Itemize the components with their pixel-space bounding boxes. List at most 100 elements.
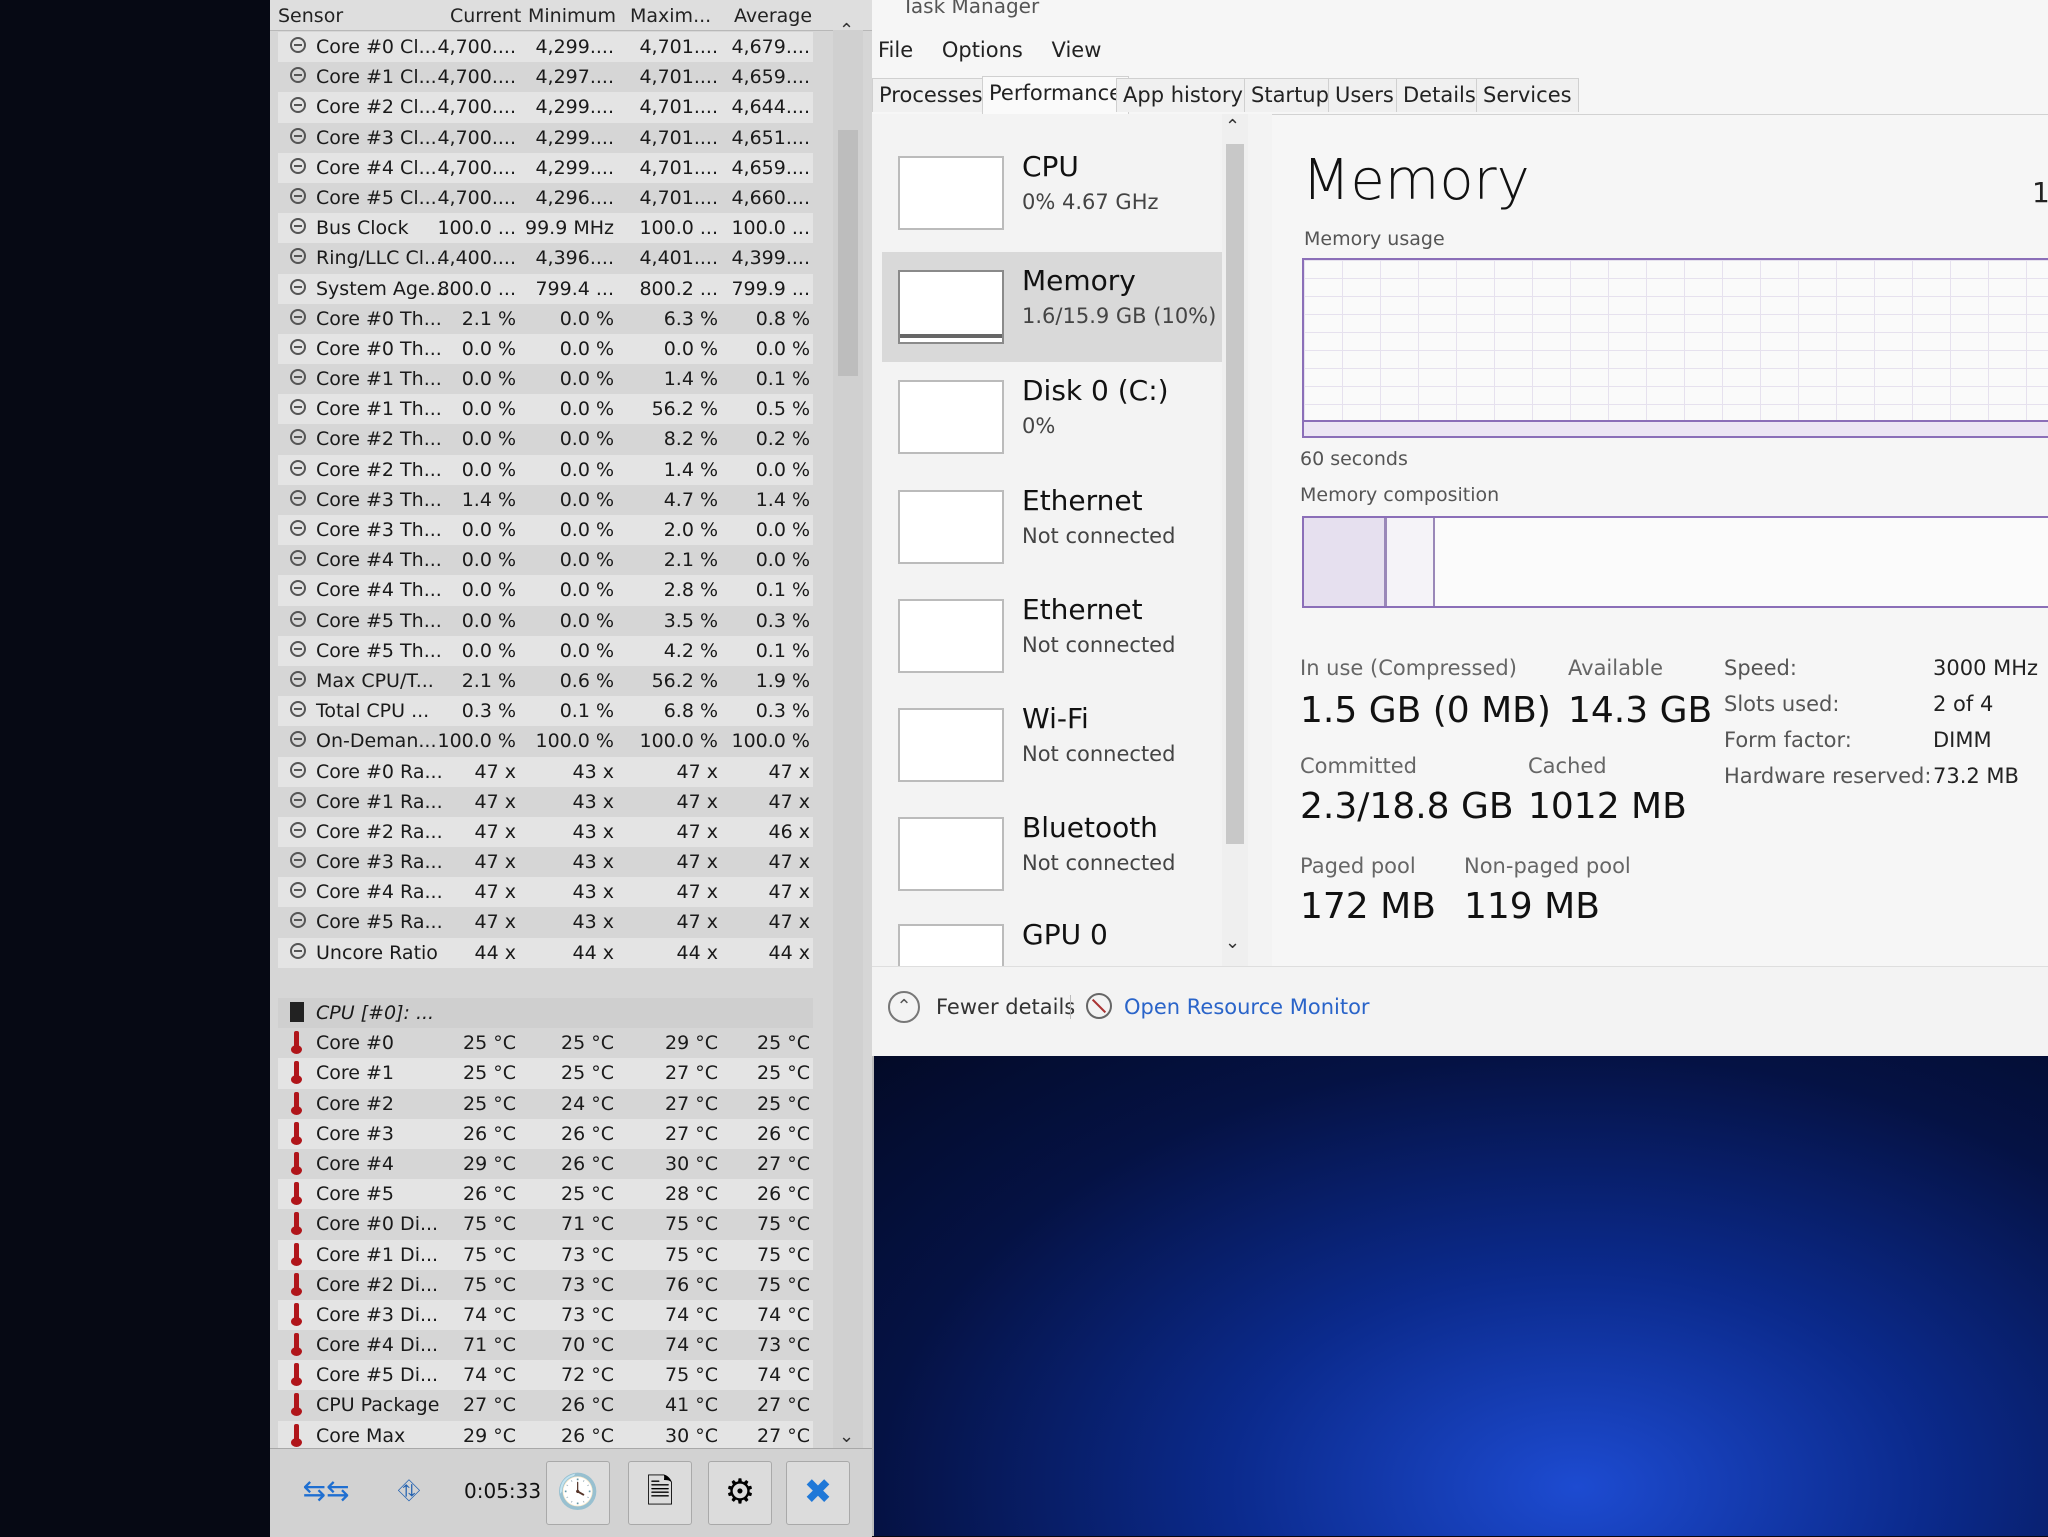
col-average[interactable]: Average [734,5,812,27]
sensor-row[interactable]: Core #1 Th... 0.0 % 0.0 % 1.4 % 0.1 % [278,364,813,394]
sensor-row[interactable]: Core #4 Ra... 47 x 43 x 47 x 47 x [278,877,813,908]
sensor-row[interactable]: Core #0 Th... 2.1 % 0.0 % 6.3 % 0.8 % [278,304,813,334]
sensor-row[interactable]: Core #4 29 °C 26 °C 30 °C 27 °C [278,1149,813,1179]
sensor-row[interactable]: Core #1 Ra... 47 x 43 x 47 x 47 x [278,787,813,817]
sensor-row[interactable]: Uncore Ratio 44 x 44 x 44 x 44 x [278,937,813,968]
sensor-row[interactable]: Core #2 Th... 0.0 % 0.0 % 8.2 % 0.2 % [278,424,813,454]
sensor-row[interactable]: Core #3 26 °C 26 °C 27 °C 26 °C [278,1118,813,1149]
col-maximum[interactable]: Maxim... [630,5,711,27]
resource-list-scrollbar[interactable]: ⌃ ⌄ [1222,114,1248,966]
sensor-row[interactable]: Core #2 Di... 75 °C 73 °C 76 °C 75 °C [278,1270,813,1300]
tab-startup[interactable]: Startup [1244,78,1336,112]
thermometer-icon [291,1393,302,1417]
sensor-row[interactable]: Core #4 Di... 71 °C 70 °C 74 °C 73 °C [278,1330,813,1360]
resource-disk[interactable]: Disk 0 (C:) 0% [882,362,1222,472]
resource-memory[interactable]: Memory 1.6/15.9 GB (10%) [882,252,1222,362]
sensor-row[interactable]: Core #5 Th... 0.0 % 0.0 % 3.5 % 0.3 % [278,606,813,636]
resource-wifi[interactable]: Wi-Fi Not connected [882,690,1222,800]
sensor-row[interactable]: Core #2 25 °C 24 °C 27 °C 25 °C [278,1089,813,1119]
sensor-group-header[interactable]: CPU [#0]: ... [278,998,813,1029]
sensor-row[interactable]: Core #5 Di... 74 °C 72 °C 75 °C 74 °C [278,1360,813,1391]
tab-processes[interactable]: Processes [872,78,990,112]
sensor-row[interactable]: On-Deman... 100.0 % 100.0 % 100.0 % 100.0 % [278,726,813,756]
close-x-icon[interactable]: ✖ [786,1461,850,1525]
scroll-down-icon[interactable]: ⌄ [1225,932,1240,953]
sensor-row[interactable]: Core #1 25 °C 25 °C 27 °C 25 °C [278,1058,813,1089]
sensor-row[interactable]: Bus Clock 100.0 ... 99.9 MHz 100.0 ... 100.0… [278,213,813,244]
menu-options[interactable]: Options [942,38,1023,62]
sensor-row[interactable]: Core #4 Th... 0.0 % 0.0 % 2.1 % 0.0 % [278,545,813,575]
sensor-row[interactable]: Core #0 25 °C 25 °C 29 °C 25 °C [278,1028,813,1058]
sensor-row[interactable]: Core #5 Ra... 47 x 43 x 47 x 47 x [278,907,813,937]
menu-view[interactable]: View [1052,38,1102,62]
scroll-up-icon[interactable]: ⌃ [839,20,854,41]
tab-users[interactable]: Users [1328,78,1401,112]
sensor-row[interactable]: Core #0 Th... 0.0 % 0.0 % 0.0 % 0.0 % [278,333,813,365]
scrollbar-thumb[interactable] [1226,144,1244,844]
average-value: 0.5 % [755,398,810,421]
sensor-row[interactable]: Core #2 Cl... 4,700.... 4,299.... 4,701....… [278,92,813,123]
resource-gpu[interactable]: GPU 0 [882,906,1222,966]
maximum-value: 75 °C [665,1364,718,1387]
sensor-row[interactable]: Core #1 Th... 0.0 % 0.0 % 56.2 % 0.5 % [278,394,813,425]
composition-modified[interactable] [1387,518,1435,606]
scroll-down-icon[interactable]: ⌄ [839,1426,854,1447]
sensor-row[interactable]: CPU Package 27 °C 26 °C 41 °C 27 °C [278,1390,813,1420]
sensor-row[interactable]: Core #4 Cl... 4,700.... 4,299.... 4,701....… [278,152,813,183]
sensor-row[interactable]: Core #0 Ra... 47 x 43 x 47 x 47 x [278,756,813,787]
col-current[interactable]: Current [450,5,521,27]
clock-gauge-icon [290,157,306,174]
col-sensor[interactable]: Sensor [278,5,343,27]
add-report-icon[interactable]: 🗎 [628,1461,692,1525]
tab-details[interactable]: Details [1396,78,1483,112]
sensor-row[interactable]: Core #3 Di... 74 °C 73 °C 74 °C 74 °C [278,1299,813,1331]
network-icon[interactable]: ⛗ [374,1461,444,1523]
sensor-row[interactable]: Core #0 Cl... 4,700.... 4,299.... 4,701....… [278,32,813,63]
sensor-row[interactable]: Core #1 Di... 75 °C 73 °C 75 °C 75 °C [278,1239,813,1270]
maximum-value: 74 °C [665,1334,718,1357]
sensor-row[interactable]: Core #3 Cl... 4,700.... 4,299.... 4,701....… [278,123,813,153]
sensor-row[interactable]: Core #3 Th... 1.4 % 0.0 % 4.7 % 1.4 % [278,485,813,515]
col-minimum[interactable]: Minimum [528,5,616,27]
fewer-details-link[interactable]: Fewer details [936,995,1075,1019]
sensor-row[interactable]: Ring/LLC Cl... 4,400.... 4,396.... 4,401...… [278,243,813,273]
sensor-row[interactable]: Max CPU/T... 2.1 % 0.6 % 56.2 % 1.9 % [278,666,813,696]
sensor-row[interactable]: Core #3 Ra... 47 x 43 x 47 x 47 x [278,847,813,877]
tab-performance[interactable]: Performance [982,76,1130,114]
sensor-row[interactable]: Core #5 26 °C 25 °C 28 °C 26 °C [278,1179,813,1210]
scroll-up-icon[interactable]: ⌃ [1225,116,1240,137]
clock-icon[interactable]: 🕓 [546,1461,610,1525]
sensor-row[interactable]: Core #4 Th... 0.0 % 0.0 % 2.8 % 0.1 % [278,575,813,606]
resource-name: GPU 0 [1022,918,1108,951]
sensor-row[interactable]: Core #2 Ra... 47 x 43 x 47 x 46 x [278,816,813,848]
settings-gear-icon[interactable]: ⚙ [708,1461,772,1525]
sensor-row[interactable]: Core #5 Cl... 4,700.... 4,296.... 4,701....… [278,183,813,213]
thermometer-icon [291,1212,302,1236]
sensor-row[interactable]: System Age... 800.0 ... 799.4 ... 800.2 ...… [278,273,813,304]
resource-monitor-icon[interactable] [1086,993,1112,1019]
sensor-row[interactable]: Total CPU ... 0.3 % 0.1 % 6.8 % 0.3 % [278,696,813,727]
sensor-row[interactable]: Core #1 Cl... 4,700.... 4,297.... 4,701....… [278,62,813,92]
sensor-row[interactable]: Core #5 Th... 0.0 % 0.0 % 4.2 % 0.1 % [278,635,813,666]
open-resource-monitor-link[interactable]: Open Resource Monitor [1124,995,1370,1019]
memory-composition-bar[interactable] [1302,516,2048,608]
chevron-up-icon[interactable]: ⌃ [888,991,920,1023]
sensor-row[interactable]: Core #2 Th... 0.0 % 0.0 % 1.4 % 0.0 % [278,454,813,485]
resource-cpu[interactable]: CPU 0% 4.67 GHz [882,138,1222,248]
tab-services[interactable]: Services [1476,78,1579,112]
sensor-row[interactable]: Core #3 Th... 0.0 % 0.0 % 2.0 % 0.0 % [278,515,813,546]
average-value: 47 x [768,760,810,783]
composition-in-use[interactable] [1304,518,1387,606]
average-value: 47 x [768,790,810,813]
sensor-row[interactable]: Core #0 Di... 75 °C 71 °C 75 °C 75 °C [278,1209,813,1239]
resource-ethernet-1[interactable]: Ethernet Not connected [882,472,1222,582]
navigate-arrows-icon[interactable]: ⇆⇆ [278,1461,374,1523]
sensor-row[interactable] [278,968,813,998]
scrollbar-thumb[interactable] [838,130,858,376]
resource-ethernet-2[interactable]: Ethernet Not connected [882,581,1222,691]
sensor-row[interactable]: Core Max 29 °C 26 °C 30 °C 27 °C [278,1420,813,1451]
sensor-scrollbar[interactable]: ⌃ ⌄ [833,20,863,1448]
resource-bluetooth[interactable]: Bluetooth Not connected [882,799,1222,909]
tab-app-history[interactable]: App history [1116,78,1250,112]
menu-file[interactable]: File [878,38,913,62]
